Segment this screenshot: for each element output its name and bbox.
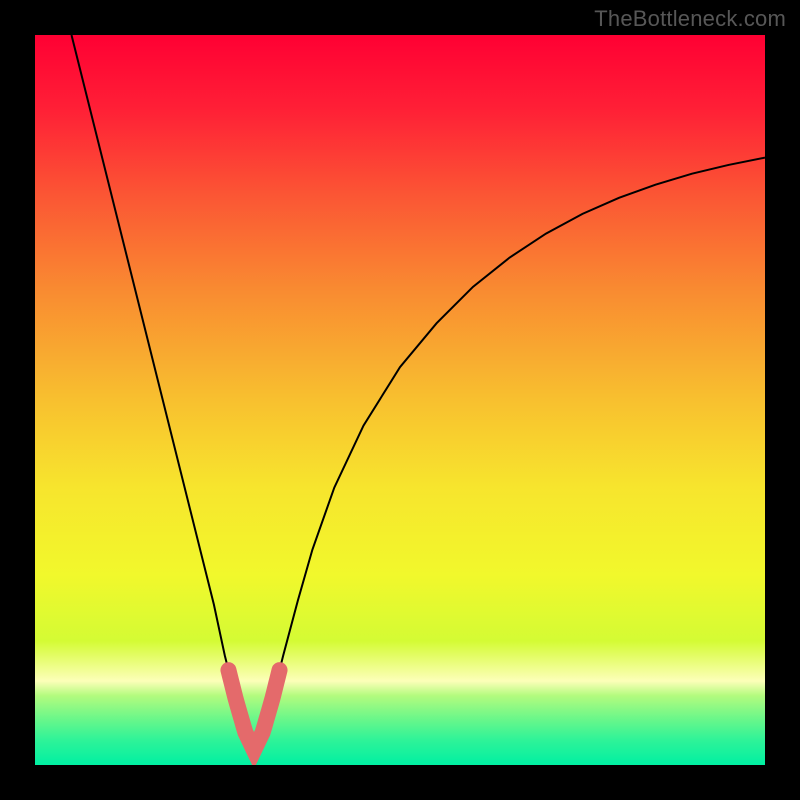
watermark-text: TheBottleneck.com xyxy=(594,6,786,32)
bottleneck-curve xyxy=(35,35,765,765)
plot-area xyxy=(35,35,765,765)
curve-highlight xyxy=(228,670,279,750)
chart-container: TheBottleneck.com xyxy=(0,0,800,800)
curve-path xyxy=(72,35,766,750)
